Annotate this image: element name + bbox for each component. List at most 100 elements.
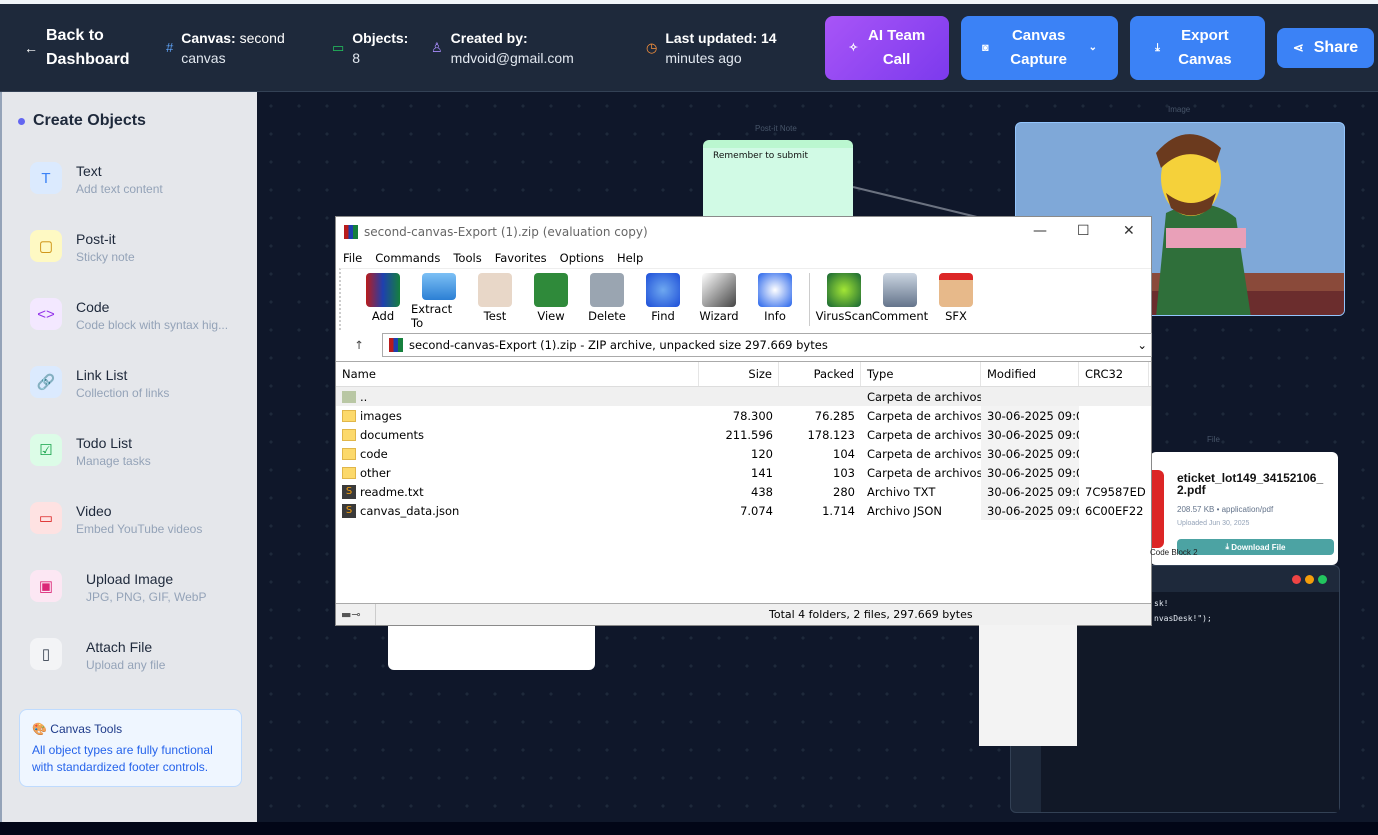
virusscan-icon — [827, 273, 861, 307]
delete-icon — [590, 273, 624, 307]
toolbar-add-button[interactable]: Add — [355, 269, 411, 330]
file-row[interactable]: images 78.300 76.285 Carpeta de archivos 30-… — [336, 406, 1151, 425]
ai-team-call-button[interactable]: ✧ AI Team Call — [825, 16, 949, 80]
toolbar-delete-button[interactable]: Delete — [579, 269, 635, 330]
file-row[interactable]: Sreadme.txt 438 280 Archivo TXT 30-06-2025 0… — [336, 482, 1151, 501]
file-row[interactable]: code 120 104 Carpeta de archivos 30-06-2025 … — [336, 444, 1151, 463]
menu-favorites[interactable]: Favorites — [495, 251, 547, 265]
status-bar: ▬⊸ Total 4 folders, 2 files, 297.669 byte… — [336, 603, 1151, 625]
sidebar-item-upload-image[interactable]: ▣ Upload Image JPG, PNG, GIF, WebP — [30, 570, 206, 606]
code-icon: <> — [30, 298, 62, 330]
toolbar-extract-to-button[interactable]: Extract To — [411, 269, 467, 330]
arrow-left-icon: ← — [24, 40, 38, 56]
column-header-modified[interactable]: Modified — [981, 362, 1079, 386]
back-to-dashboard-button[interactable]: ← Back to Dashboard — [24, 24, 130, 72]
toolbar-virusscan-button[interactable]: VirusScan — [816, 269, 872, 330]
column-header-size[interactable]: Size — [699, 362, 779, 386]
menu-bar: File Commands Tools Favorites Options Help — [336, 247, 1151, 268]
minimize-button[interactable]: — — [1033, 223, 1047, 239]
column-header-crc32[interactable]: CRC32 — [1079, 362, 1149, 386]
address-bar: ↑ second-canvas-Export (1).zip - ZIP arc… — [336, 333, 1153, 357]
download-file-button[interactable]: ⤓ Download File — [1177, 539, 1334, 555]
test-icon — [478, 273, 512, 307]
up-arrow-button[interactable]: ↑ — [336, 338, 382, 352]
window-title-bar: second-canvas-Export (1).zip (evaluation… — [336, 217, 1151, 247]
menu-file[interactable]: File — [343, 251, 362, 265]
column-header-name[interactable]: Name — [336, 362, 699, 386]
maximize-button[interactable]: ☐ — [1077, 223, 1090, 239]
winrar-window[interactable]: second-canvas-Export (1).zip (evaluation… — [335, 216, 1153, 746]
chevron-down-icon: ⌄ — [1137, 338, 1147, 352]
toolbar: Add Extract To Test View Delete Find Wizard Inf… — [339, 268, 1151, 330]
column-headers: Name Size Packed Type Modified CRC32 — [336, 362, 1151, 387]
canvas-name-info: # Canvas: second canvas — [166, 30, 285, 66]
toolbar-comment-button[interactable]: Comment — [872, 269, 928, 330]
zip-icon — [389, 338, 403, 352]
bottom-bar — [0, 822, 1378, 835]
sidebar-title: Create Objects — [18, 112, 146, 130]
link-list-icon: 🔗 — [30, 366, 62, 398]
column-header-type[interactable]: Type — [861, 362, 981, 386]
sidebar-item-link-list[interactable]: 🔗 Link List Collection of links — [30, 366, 169, 402]
upload-image-icon: ▣ — [30, 570, 62, 602]
file-row[interactable]: other 141 103 Carpeta de archivos 30-06-2025… — [336, 463, 1151, 482]
share-button[interactable]: ⋖ Share — [1277, 28, 1374, 68]
find-icon — [646, 273, 680, 307]
menu-help[interactable]: Help — [617, 251, 643, 265]
create-objects-sidebar: Create Objects T Text Add text content ▢ Pos… — [0, 92, 257, 822]
menu-options[interactable]: Options — [560, 251, 604, 265]
file-row[interactable]: documents 211.596 178.123 Carpeta de archiv… — [336, 425, 1151, 444]
last-updated-info: ◷ Last updated: 14 minutes ago — [646, 30, 777, 66]
drive-key-icon: ▬⊸ — [336, 604, 376, 625]
post-it-icon: ▢ — [30, 230, 62, 262]
view-icon — [534, 273, 568, 307]
download-icon: ⤓ — [1155, 42, 1160, 54]
file-label: File — [1207, 435, 1220, 444]
toolbar-info-button[interactable]: Info — [747, 269, 803, 330]
sidebar-item-text[interactable]: T Text Add text content — [30, 162, 163, 198]
todo-list-icon: ☑ — [30, 434, 62, 466]
sidebar-item-code[interactable]: <> Code Code block with syntax hig... — [30, 298, 228, 334]
comment-icon — [883, 273, 917, 307]
toolbar-find-button[interactable]: Find — [635, 269, 691, 330]
clock-icon: ◷ — [646, 40, 658, 55]
extract-to-icon — [422, 273, 456, 300]
info-icon — [758, 273, 792, 307]
column-header-packed[interactable]: Packed — [779, 362, 861, 386]
canvas-capture-button[interactable]: ◙ Canvas Capture ⌄ — [961, 16, 1118, 80]
toolbar-wizard-button[interactable]: Wizard — [691, 269, 747, 330]
sidebar-item-video[interactable]: ▭ Video Embed YouTube videos — [30, 502, 202, 538]
toolbar-test-button[interactable]: Test — [467, 269, 523, 330]
created-by-info: ♙ Created by: mdvoid@gmail.com — [431, 30, 574, 66]
parent-folder-icon — [342, 390, 356, 403]
code-block-label: Code Block 2 — [1150, 548, 1198, 557]
hash-icon: # — [166, 40, 174, 55]
file-icon: S — [342, 503, 356, 518]
download-icon: ⤓ — [1225, 542, 1230, 551]
file-list: Name Size Packed Type Modified CRC32 .. Carpet… — [336, 361, 1151, 746]
menu-tools[interactable]: Tools — [453, 251, 481, 265]
share-icon: ⋖ — [1292, 40, 1304, 55]
palette-icon: 🎨 — [32, 722, 47, 736]
export-canvas-button[interactable]: ⤓ Export Canvas — [1130, 16, 1265, 80]
path-dropdown[interactable]: second-canvas-Export (1).zip - ZIP archi… — [382, 333, 1152, 357]
menu-commands[interactable]: Commands — [375, 251, 440, 265]
code-line: sk! — [1154, 599, 1169, 608]
folder-icon — [342, 409, 356, 422]
text-icon: T — [30, 162, 62, 194]
toolbar-view-button[interactable]: View — [523, 269, 579, 330]
code-line: nvasDesk!"); — [1154, 614, 1212, 623]
sidebar-item-attach-file[interactable]: ▯ Attach File Upload any file — [30, 638, 165, 674]
file-icon: S — [342, 484, 356, 499]
close-button[interactable]: ✕ — [1123, 223, 1135, 239]
file-row[interactable]: .. Carpeta de archivos — [336, 387, 1151, 406]
sidebar-item-post-it[interactable]: ▢ Post-it Sticky note — [30, 230, 135, 266]
pdf-icon — [1150, 470, 1164, 548]
sidebar-item-todo-list[interactable]: ☑ Todo List Manage tasks — [30, 434, 151, 470]
sfx-icon — [939, 273, 973, 307]
toolbar-sfx-button[interactable]: SFX — [928, 269, 984, 330]
postit-label: Post-it Note — [755, 124, 797, 133]
file-row[interactable]: Scanvas_data.json 7.074 1.714 Archivo JSON 3… — [336, 501, 1151, 520]
user-icon: ♙ — [431, 40, 443, 55]
chevron-down-icon: ⌄ — [1088, 42, 1098, 53]
